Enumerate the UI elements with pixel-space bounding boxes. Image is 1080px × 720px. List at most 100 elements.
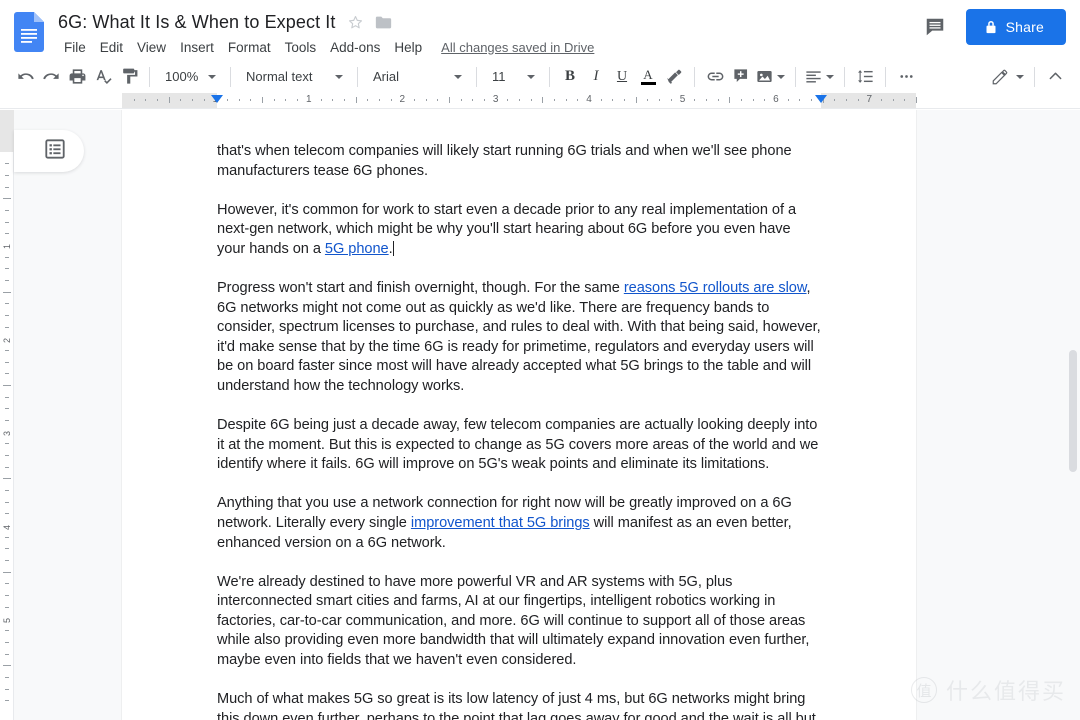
ruler-tick	[483, 99, 485, 101]
ruler-tick	[472, 99, 474, 101]
font-size-dropdown[interactable]: 11	[484, 64, 542, 90]
vertical-ruler-tick	[5, 641, 9, 643]
spellcheck-icon[interactable]	[90, 64, 116, 90]
vertical-ruler-tick	[5, 583, 9, 585]
align-dropdown[interactable]	[823, 64, 837, 90]
menu-item-file[interactable]: File	[57, 38, 93, 57]
paint-format-icon[interactable]	[116, 64, 142, 90]
vertical-scrollbar-thumb[interactable]	[1069, 350, 1077, 472]
vertical-ruler-tick	[5, 560, 9, 562]
text-color-button[interactable]: A	[635, 64, 661, 90]
italic-button[interactable]: I	[583, 64, 609, 90]
chevron-down-icon	[777, 74, 785, 79]
ruler-tick	[203, 99, 205, 101]
menu-item-edit[interactable]: Edit	[93, 38, 130, 57]
ruler-tick	[320, 99, 322, 101]
edit-pencil-icon[interactable]	[987, 64, 1013, 90]
page-title[interactable]: 6G: What It Is & When to Expect It	[58, 12, 336, 33]
vertical-ruler-tick	[5, 676, 9, 678]
document-paragraph[interactable]: Much of what makes 5G so great is its lo…	[217, 690, 821, 720]
insert-image-dropdown[interactable]	[774, 64, 788, 90]
vertical-ruler-tick	[5, 420, 9, 422]
underline-button[interactable]: U	[609, 64, 635, 90]
bold-label: B	[564, 68, 575, 84]
vertical-ruler[interactable]: 1 2 3 4 5	[0, 110, 14, 720]
document-link[interactable]: 5G phone	[325, 241, 389, 257]
menu-item-help[interactable]: Help	[387, 38, 429, 57]
document-paragraph[interactable]: Progress won't start and finish overnigh…	[217, 279, 821, 397]
ruler-number: 4	[586, 94, 592, 105]
highlight-pen-icon[interactable]	[661, 64, 687, 90]
vertical-scrollbar-track[interactable]	[1066, 110, 1080, 720]
ruler-number: 6	[773, 94, 779, 105]
vertical-ruler-number: 4	[2, 524, 12, 530]
document-text-run: that's when telecom companies will likel…	[217, 143, 792, 179]
more-options-icon[interactable]	[893, 64, 919, 90]
document-paragraph[interactable]: However, it's common for work to start e…	[217, 201, 821, 260]
folder-icon[interactable]	[375, 15, 392, 30]
vertical-ruler-number: 3	[2, 431, 12, 437]
lock-icon	[984, 20, 998, 35]
ruler-tick	[519, 99, 520, 101]
document-paragraph[interactable]: Anything that you use a network connecti…	[217, 494, 821, 553]
paragraph-style-value: Normal text	[246, 69, 313, 84]
ruler-tick	[810, 99, 812, 101]
share-button[interactable]: Share	[965, 9, 1066, 45]
ruler-tick	[297, 99, 299, 101]
menu-item-tools[interactable]: Tools	[278, 38, 324, 57]
menu-item-insert[interactable]: Insert	[173, 38, 221, 57]
menu-item-add-ons[interactable]: Add-ons	[323, 38, 387, 57]
toolbar-right-group	[987, 64, 1068, 90]
document-paragraph[interactable]: that's when telecom companies will likel…	[217, 142, 821, 181]
right-indent-marker[interactable]	[815, 95, 827, 103]
menu-item-format[interactable]: Format	[221, 38, 278, 57]
ruler-tick	[542, 97, 544, 103]
document-page[interactable]: that's when telecom companies will likel…	[122, 110, 916, 720]
ruler-tick	[647, 99, 649, 101]
vertical-ruler-tick	[5, 174, 9, 176]
document-link[interactable]: reasons 5G rollouts are slow	[624, 280, 807, 296]
document-body[interactable]: that's when telecom companies will likel…	[122, 110, 916, 720]
vertical-ruler-tick	[5, 443, 9, 445]
bold-button[interactable]: B	[557, 64, 583, 90]
ruler-tick	[157, 99, 159, 101]
document-link[interactable]: improvement that 5G brings	[411, 515, 590, 531]
vertical-ruler-tick	[5, 653, 9, 655]
document-text-run: Much of what makes 5G so great is its lo…	[217, 691, 816, 720]
zoom-level-dropdown[interactable]: 100%	[157, 64, 223, 90]
document-outline-button[interactable]	[14, 130, 84, 172]
line-spacing-icon[interactable]	[852, 64, 878, 90]
text-color-swatch	[640, 82, 656, 85]
comment-history-icon[interactable]	[920, 12, 950, 42]
align-left-icon[interactable]	[803, 64, 823, 90]
save-status-link[interactable]: All changes saved in Drive	[441, 40, 594, 55]
insert-image-icon[interactable]	[754, 64, 774, 90]
document-paragraph[interactable]: We're already destined to have more powe…	[217, 573, 821, 671]
horizontal-ruler-track[interactable]: 11234567	[0, 93, 1080, 108]
redo-icon[interactable]	[38, 64, 64, 90]
print-icon[interactable]	[64, 64, 90, 90]
font-family-dropdown[interactable]: Arial	[365, 64, 469, 90]
horizontal-ruler[interactable]: 11234567	[0, 93, 1080, 109]
text-cursor	[392, 240, 394, 256]
vertical-ruler-tick	[3, 198, 11, 200]
collapse-chevron-up-icon[interactable]	[1042, 64, 1068, 90]
vertical-ruler-tick	[5, 233, 9, 235]
ruler-tick	[729, 97, 731, 103]
add-comment-icon[interactable]	[728, 64, 754, 90]
vertical-ruler-tick	[3, 571, 11, 573]
chevron-down-icon	[454, 74, 462, 79]
toolbar-divider	[885, 66, 886, 87]
undo-icon[interactable]	[12, 64, 38, 90]
menu-item-view[interactable]: View	[130, 38, 173, 57]
ruler-tick	[145, 99, 147, 101]
edit-mode-dropdown[interactable]	[1013, 64, 1027, 90]
insert-link-icon[interactable]	[702, 64, 728, 90]
ruler-number: 7	[866, 94, 873, 105]
chevron-down-icon	[335, 74, 343, 79]
first-line-indent-marker[interactable]	[211, 95, 223, 103]
ruler-tick	[717, 99, 719, 101]
document-paragraph[interactable]: Despite 6G being just a decade away, few…	[217, 416, 821, 475]
paragraph-style-dropdown[interactable]: Normal text	[238, 64, 350, 90]
star-outline-icon[interactable]	[347, 14, 364, 31]
